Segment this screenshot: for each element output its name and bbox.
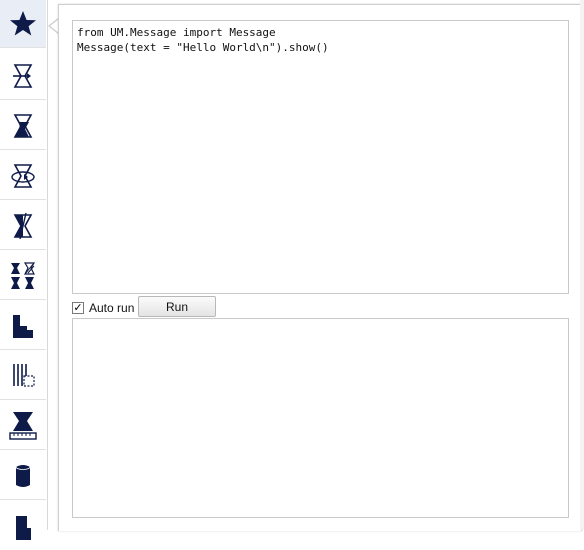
background-edge bbox=[580, 0, 584, 530]
tool-scale[interactable] bbox=[0, 102, 46, 150]
star-icon bbox=[10, 10, 36, 35]
shape-icon bbox=[16, 516, 31, 540]
scale-icon bbox=[13, 113, 33, 138]
measure-icon bbox=[9, 411, 37, 440]
tool-script[interactable] bbox=[0, 0, 46, 48]
mirror-icon bbox=[13, 212, 33, 239]
autorun-label: Auto run bbox=[89, 301, 135, 315]
mesh-tools-icon bbox=[13, 363, 35, 387]
run-button[interactable]: Run bbox=[138, 296, 216, 317]
cylinder-icon bbox=[15, 463, 31, 487]
code-editor[interactable]: from UM.Message import Message Message(t… bbox=[72, 20, 569, 294]
support-blocker-icon bbox=[13, 314, 33, 338]
tool-rotate[interactable] bbox=[0, 152, 46, 200]
rotate-icon bbox=[11, 163, 35, 188]
tool-mesh[interactable] bbox=[0, 352, 46, 400]
code-line: from UM.Message import Message bbox=[77, 26, 276, 39]
autorun-control[interactable]: ✓ Auto run bbox=[72, 297, 134, 319]
translate-icon bbox=[13, 63, 33, 88]
script-panel: from UM.Message import Message Message(t… bbox=[58, 4, 582, 531]
output-area[interactable] bbox=[72, 318, 569, 518]
checkmark-icon: ✓ bbox=[73, 301, 83, 314]
per-model-settings-icon bbox=[11, 261, 36, 289]
tool-support-blocker[interactable] bbox=[0, 302, 46, 350]
autorun-checkbox[interactable]: ✓ bbox=[72, 302, 84, 314]
tool-cylinder[interactable] bbox=[0, 452, 46, 500]
tool-translate[interactable] bbox=[0, 52, 46, 100]
tool-mirror[interactable] bbox=[0, 202, 46, 250]
tool-sidebar bbox=[0, 0, 48, 540]
tool-per-model-settings[interactable] bbox=[0, 252, 46, 300]
tool-shape[interactable] bbox=[0, 502, 46, 550]
code-line: Message(text = "Hello World\n").show() bbox=[77, 41, 329, 54]
tool-measure[interactable] bbox=[0, 402, 46, 450]
